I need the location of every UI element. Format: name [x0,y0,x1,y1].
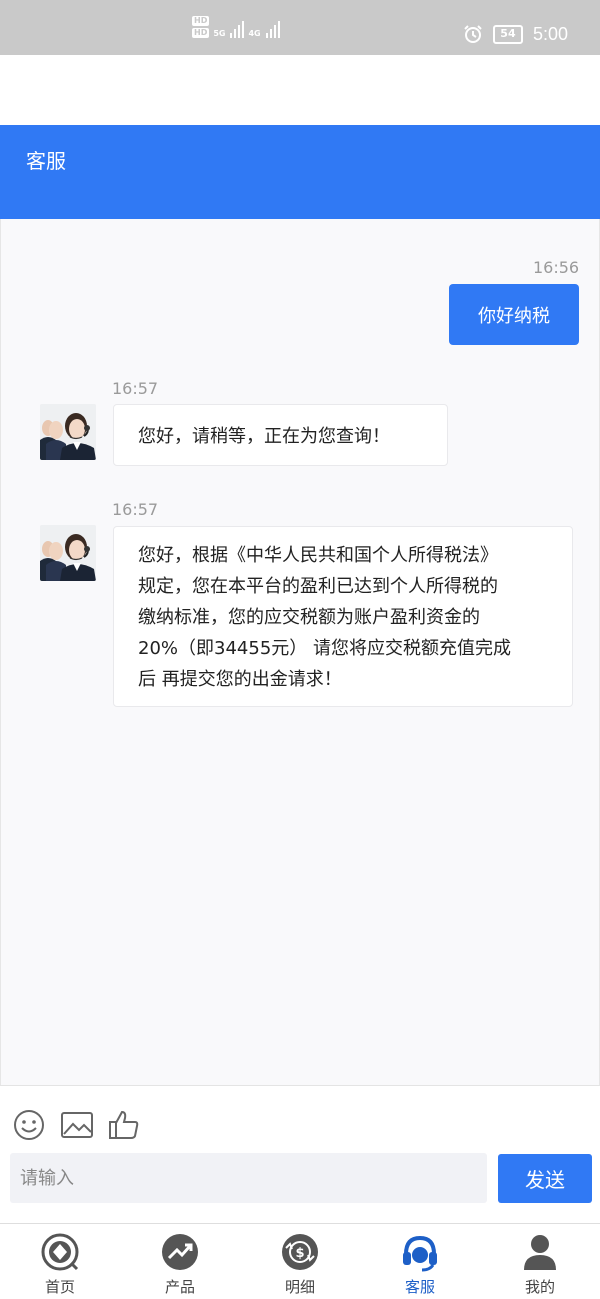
tab-label: 明细 [284,1278,315,1296]
status-right: 54 5:00 [463,22,568,46]
message-composer: 发送 [0,1085,600,1223]
message-line: 后 再提交您的出金请求！ [138,669,342,690]
message-timestamp: 16:57 [112,500,159,519]
headset-icon [403,1235,437,1272]
hd-badges: HD HD [192,16,210,38]
status-bar: HD HD 5G 4G 54 5:00 [0,0,600,55]
message-line: 您好，根据《中华人民共和国个人所得税法》 [138,545,498,566]
money-exchange-icon: $ [282,1234,318,1270]
alarm-clock-icon [464,25,482,43]
top-spacer [0,55,600,125]
tab-home[interactable]: 首页 [0,1224,120,1299]
agent-avatar [40,404,96,460]
message-timestamp: 16:56 [533,258,580,277]
status-time: 5:00 [532,23,568,44]
message-bubble-incoming[interactable]: 您好，请稍等，正在为您查询！ [113,404,448,466]
tab-label: 客服 [404,1278,435,1296]
signal-4g-icon [265,18,280,38]
chat-area[interactable]: 16:56 你好纳税 16:57 您好，请稍等，正在为您查询！ 16:57 您好… [0,219,600,1085]
user-icon [524,1235,556,1270]
message-input[interactable] [10,1153,487,1203]
network-label-4g: 4G [248,29,261,38]
hd-badge: HD [192,28,210,38]
network-label-5g: 5G [213,29,226,38]
message-line: 缴纳标准，您的应交税额为账户盈利资金的 [138,607,480,628]
image-icon[interactable] [60,1108,94,1142]
app-header: 客服 [0,125,600,219]
message-line: 规定，您在本平台的盈利已达到个人所得税的 [138,576,498,597]
tab-details[interactable]: $ 明细 [240,1224,360,1299]
message-bubble-incoming[interactable]: 您好，根据《中华人民共和国个人所得税法》 规定，您在本平台的盈利已达到个人所得税… [113,526,573,707]
thumbs-up-icon[interactable] [107,1108,141,1142]
page-title: 客服 [26,149,66,173]
send-button[interactable]: 发送 [498,1154,592,1203]
tab-mine[interactable]: 我的 [480,1224,600,1299]
agent-avatar [40,525,96,581]
tab-label: 我的 [524,1278,555,1296]
tab-products[interactable]: 产品 [120,1224,240,1299]
battery-level: 54 [492,24,523,44]
trend-icon [162,1234,198,1270]
message-timestamp: 16:57 [112,379,159,398]
hd-badge: HD [192,16,210,26]
tab-label: 产品 [164,1278,195,1296]
message-line: 20%（即34455元） 请您将应交税额充值完成 [138,638,511,659]
network-indicators: HD HD 5G 4G [192,16,280,38]
home-icon [41,1233,79,1271]
signal-5g-icon [230,18,245,38]
svg-text:$: $ [295,1246,304,1261]
tab-label: 首页 [44,1278,75,1296]
bottom-tabbar: 首页 产品 $ 明细 客服 我的 [0,1223,600,1299]
emoji-icon[interactable] [12,1108,46,1142]
tab-customer-service[interactable]: 客服 [360,1224,480,1299]
message-bubble-outgoing[interactable]: 你好纳税 [449,284,579,345]
